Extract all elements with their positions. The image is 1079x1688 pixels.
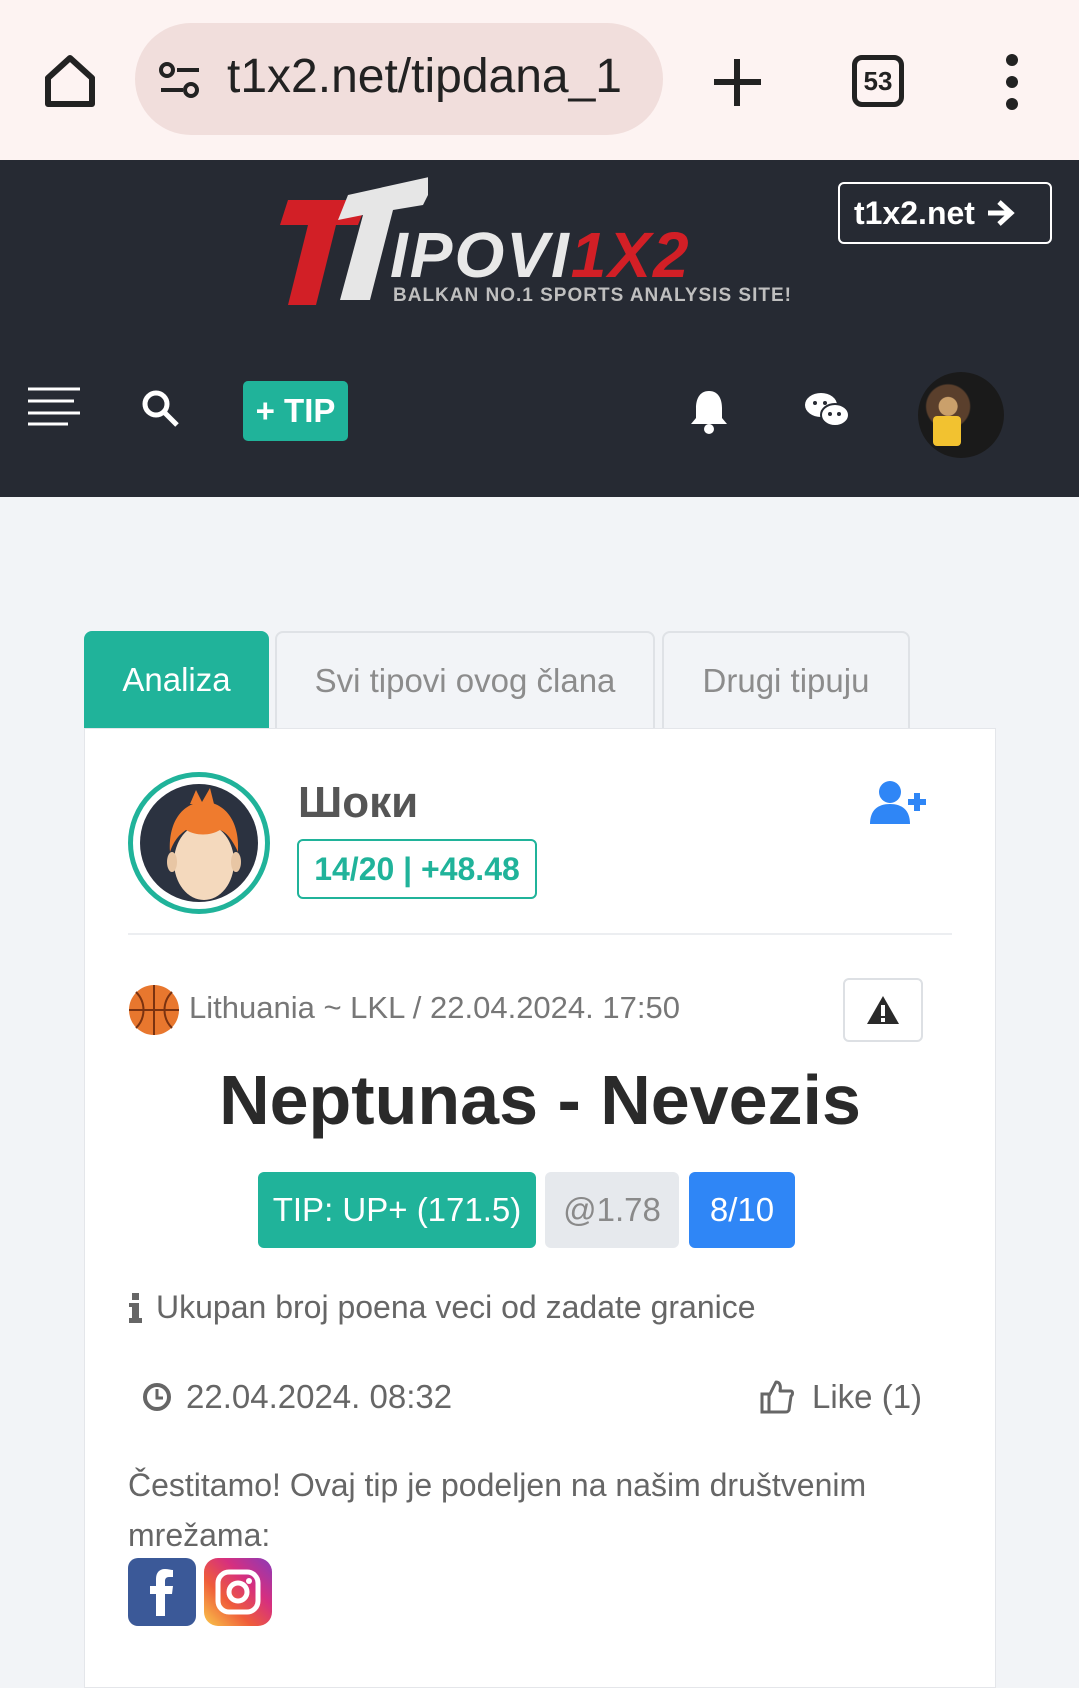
match-title: Neptunas - Nevezis [219, 1061, 861, 1139]
tab-svi-tipovi[interactable]: Svi tipovi ovog člana [275, 631, 655, 728]
report-button[interactable] [843, 978, 923, 1042]
menu-icon[interactable] [28, 386, 80, 426]
search-icon[interactable] [140, 388, 180, 428]
site-logo[interactable]: IPOVI1X2 BALKAN NO.1 SPORTS ANALYSIS SIT… [278, 170, 818, 320]
address-bar[interactable]: t1x2.net/tipdana_1 [135, 23, 663, 135]
bell-icon[interactable] [688, 388, 730, 434]
logo-wordmark: IPOVI1X2 [390, 219, 691, 291]
info-icon [129, 1293, 142, 1323]
confidence-badge: 8/10 [689, 1172, 795, 1248]
tipster-name[interactable]: Шоки [298, 778, 418, 828]
new-tab-icon[interactable] [710, 55, 765, 110]
home-icon[interactable] [40, 50, 100, 110]
facebook-icon[interactable] [128, 1558, 196, 1626]
odds-badge: @1.78 [545, 1172, 679, 1248]
instagram-icon[interactable] [204, 1558, 272, 1626]
basketball-icon [129, 985, 179, 1035]
arrow-right-icon [987, 200, 1015, 226]
tip-description: Ukupan broj poena veci od zadate granice [156, 1289, 756, 1325]
url-text: t1x2.net/tipdana_1 [227, 50, 622, 103]
site-link-label: t1x2.net [854, 194, 975, 231]
posted-date: 22.04.2024. 08:32 [186, 1378, 453, 1415]
user-avatar[interactable] [918, 372, 1004, 458]
site-link-button[interactable]: t1x2.net [838, 182, 1052, 244]
facebook-glyph [150, 1569, 173, 1616]
tab-analiza[interactable]: Analiza [84, 631, 269, 728]
browser-toolbar: t1x2.net/tipdana_1 53 [0, 0, 1079, 160]
more-menu-icon[interactable] [1000, 52, 1024, 112]
like-button[interactable]: Like (1) [812, 1378, 922, 1416]
add-user-icon[interactable] [870, 780, 926, 826]
shared-message: Čestitamo! Ovaj tip je podeljen na našim… [128, 1467, 867, 1553]
tip-badge: TIP: UP+ (171.5) [258, 1172, 536, 1248]
add-tip-button[interactable]: + TIP [243, 381, 348, 441]
tipster-avatar[interactable] [128, 772, 270, 914]
divider [128, 933, 952, 935]
warning-icon [867, 996, 899, 1024]
thumbs-up-icon[interactable] [760, 1378, 794, 1414]
logo-tagline: BALKAN NO.1 SPORTS ANALYSIS SITE! [393, 285, 792, 306]
chat-icon[interactable] [804, 390, 850, 430]
avatar-face-icon [167, 788, 241, 900]
tab-switcher-button[interactable]: 53 [852, 55, 904, 107]
clock-icon [143, 1383, 171, 1411]
tipster-stats-badge: 14/20 | +48.48 [297, 839, 537, 899]
tab-drugi-tipuju[interactable]: Drugi tipuju [662, 631, 910, 728]
instagram-glyph [215, 1569, 261, 1615]
league-datetime: Lithuania ~ LKL / 22.04.2024. 17:50 [189, 990, 680, 1025]
site-settings-icon[interactable] [157, 58, 203, 104]
